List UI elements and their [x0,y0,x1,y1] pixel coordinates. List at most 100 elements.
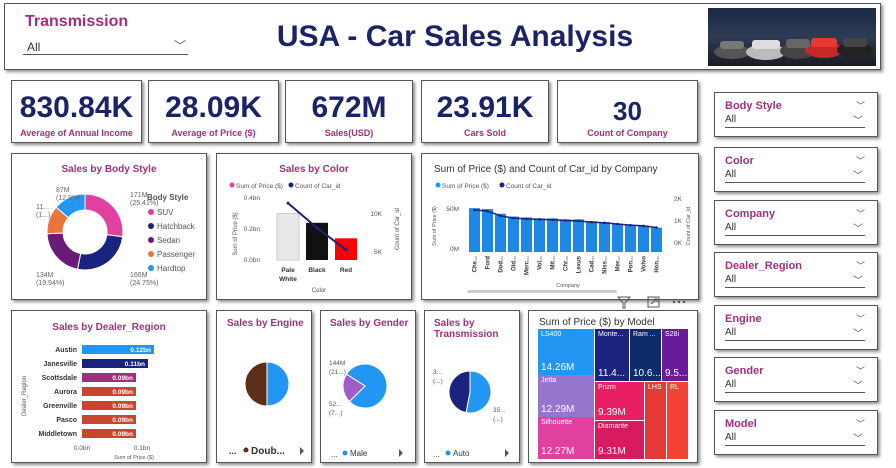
transmission-slicer-dropdown[interactable]: All ﹀ [23,37,188,55]
transmission-pie: 3... (...) 35... (...)... Auto [433,369,509,459]
x-tick-label: Che... [473,256,479,273]
legend-marker [499,182,505,188]
data-label: (...) [493,416,503,423]
treemap-tile[interactable]: LHS [645,382,666,459]
company-chart[interactable]: Sum of Price ($) and Count of Car_id by … [421,153,699,300]
legend-item: Hardtop [157,264,186,273]
transmission-chart[interactable]: Sales by Transmission 3... (...) 35... (...… [424,310,520,463]
treemap-tile[interactable]: Diamante 9.31M [595,421,644,459]
chevron-down-icon: ﹀ [853,276,863,287]
data-label: 0.09bn [112,417,133,424]
slicer-color[interactable]: Color ﹀ All ﹀ [714,147,878,192]
y-tick-label: Greenville [43,403,77,410]
bar [625,224,636,252]
kpi-value: 830.84K [19,91,134,124]
chevron-down-icon: ﹀ [853,329,863,340]
chevron-down-icon: ﹀ [173,39,186,53]
data-label: 0.09bn [112,403,133,410]
pie-slice [266,361,290,407]
y2-tick-label: 1K [674,218,683,225]
data-label: (21...) [329,369,346,376]
slicer-engine[interactable]: Engine ﹀ All ﹀ [714,305,878,350]
chevron-down-icon: ﹀ [853,381,863,392]
y2-tick-label: 0K [674,240,683,247]
slicer-dropdown[interactable]: All ﹀ [725,112,865,128]
chevron-down-icon[interactable]: ﹀ [856,259,865,272]
y-tick-label: Janesville [44,361,78,368]
tile-value: 9.39M [598,407,626,418]
slicer-value: All [725,432,737,443]
body-style-chart[interactable]: Sales by Body Style 171M (25.41%) 166M (24.… [11,153,207,300]
treemap-tile[interactable]: LS400 14.26M [538,329,594,375]
focus-mode-icon[interactable] [647,296,660,308]
data-label: (7...) [329,410,342,417]
x-axis-label: Company [556,283,580,289]
slicer-company[interactable]: Company ﹀ All ﹀ [714,200,878,245]
chevron-down-icon[interactable]: ﹀ [856,99,865,112]
treemap-tile[interactable]: Prizm 9.39M [595,382,644,420]
tile-label: S28i [665,331,680,338]
model-treemap[interactable]: Sum of Price ($) by Model LS400 14.26M Jet… [528,310,698,463]
tile-label: LS400 [541,331,562,338]
slicer-title: Engine [725,313,762,325]
slicer-model[interactable]: Model ﹀ All ﹀ [714,410,878,455]
data-label: (...) [433,378,443,385]
page-title: USA - Car Sales Analysis [276,20,634,53]
more-options-icon[interactable] [672,300,686,304]
filter-icon[interactable] [616,296,632,309]
legend-marker [445,450,451,456]
x-axis-label: Sum of Price ($) [114,455,154,461]
y-tick-label: 0.4bn [244,195,261,202]
treemap-tile[interactable]: Monte... 11.4... [595,329,629,381]
slicer-dropdown[interactable]: All ﹀ [725,167,865,183]
data-label: 0.09bn [112,389,133,396]
legend-item: Auto [453,449,470,458]
x-tick-label: Dod... [499,256,505,273]
color-chart[interactable]: Sales by Color Sum of Price ($) Count of … [216,153,412,300]
slicer-body-style[interactable]: Body Style ﹀ All ﹀ [714,92,878,137]
bar [651,227,662,252]
y-tick-label: 0.2bn [244,226,261,233]
slicer-dropdown[interactable]: All ﹀ [725,325,865,341]
engine-chart[interactable]: Sales by Engine ... Doub... [216,310,312,463]
treemap-tile[interactable]: RL [667,382,688,459]
x-tick-label: Ford [486,256,492,270]
line-point [486,209,489,213]
legend-marker [148,223,154,229]
slicer-dropdown[interactable]: All ﹀ [725,430,865,446]
treemap-tile[interactable]: Jetta 12.29M [538,375,594,417]
bar [276,213,300,261]
gender-chart[interactable]: Sales by Gender 144M (21...) 52... (7...)..… [320,310,416,463]
tile-label: Monte... [598,331,624,338]
arrow-right-icon [399,449,403,457]
slicer-dropdown[interactable]: All ﹀ [725,377,865,393]
chevron-down-icon[interactable]: ﹀ [856,312,865,325]
chevron-down-icon[interactable]: ﹀ [856,207,865,220]
slicer-title: Gender [725,365,764,377]
treemap-tile[interactable]: Ram ... 10.6... [630,329,661,381]
treemap-tile[interactable]: S28i 9.5... [662,329,688,381]
kpi-card-sales: 672M Sales(USD) [285,80,413,143]
x-tick-label: Volvo [642,256,648,272]
slicer-dropdown[interactable]: All ﹀ [725,220,865,236]
color-bar-line-chart: Sum of Price ($) Count of Car_id Sum of Pr… [229,182,401,294]
tile-value: 14.26M [541,362,575,373]
chevron-down-icon[interactable]: ﹀ [856,154,865,167]
slicer-gender[interactable]: Gender ﹀ All ﹀ [714,357,878,402]
tile-label: Ram ... [633,331,656,338]
data-label: 52... [329,401,342,408]
chevron-down-icon[interactable]: ﹀ [856,417,865,430]
chevron-down-icon: ﹀ [853,116,863,127]
chevron-down-icon[interactable]: ﹀ [856,364,865,377]
line-point [603,221,606,225]
x-tick-label: Red [340,267,352,274]
kpi-label: Sales(USD) [324,128,374,138]
pie-slice [46,232,82,270]
tile-label: Diamante [598,423,628,430]
treemap-tile[interactable]: Silhouette 12.27M [538,417,594,459]
x-axis-label: Color [312,288,326,294]
dealer-region-chart[interactable]: Sales by Dealer_Region Dealer_Region Aust… [11,310,207,463]
slicer-dealer-region[interactable]: Dealer_Region ﹀ All ﹀ [714,252,878,297]
slicer-dropdown[interactable]: All ﹀ [725,272,865,288]
data-label: 0.11bn [125,361,145,368]
